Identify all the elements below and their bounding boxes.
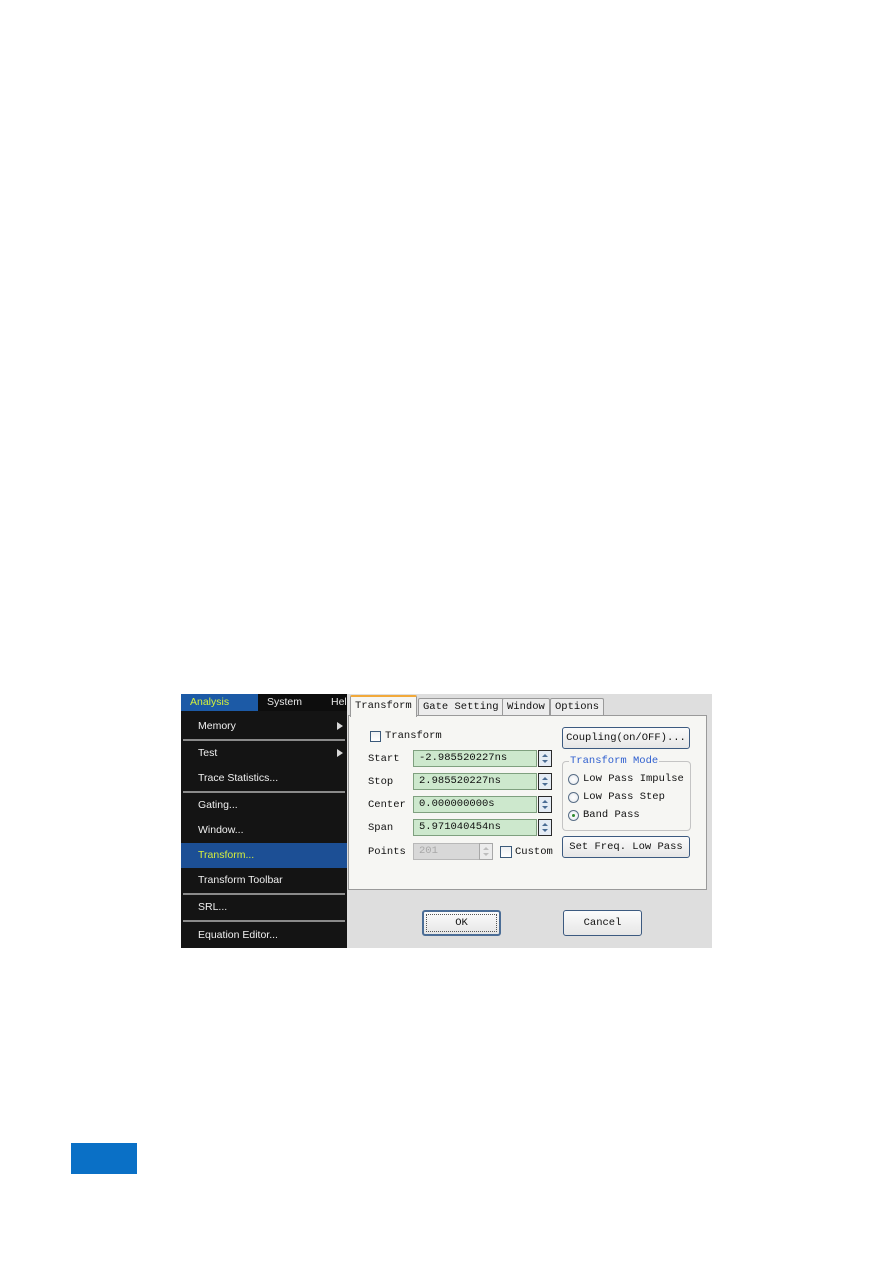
menu-item-gating[interactable]: Gating... <box>181 793 347 818</box>
page-number-badge <box>71 1143 137 1174</box>
menu-item-label: Transform Toolbar <box>198 874 283 886</box>
custom-checkbox[interactable] <box>500 846 512 858</box>
menu-item-label: Test <box>198 747 218 759</box>
low-pass-impulse-label: Low Pass Impulse <box>583 773 684 785</box>
menu-item-transform-toolbar[interactable]: Transform Toolbar <box>181 868 347 893</box>
tab-gate-setting[interactable]: Gate Setting <box>418 698 504 716</box>
radio-low-pass-impulse[interactable] <box>568 774 579 785</box>
menu-item-label: SRL... <box>198 901 228 913</box>
span-spinner[interactable] <box>538 819 552 836</box>
menu-item-transform[interactable]: Transform... <box>181 843 347 868</box>
center-label: Center <box>368 799 406 811</box>
transform-checkbox[interactable] <box>370 731 381 742</box>
menu-item-label: Memory <box>198 720 236 732</box>
center-input[interactable]: 0.000000000s <box>413 796 537 813</box>
menubar-analysis[interactable]: Analysis <box>181 694 258 711</box>
stop-label: Stop <box>368 776 394 788</box>
spin-up-icon <box>542 800 548 803</box>
spin-up-icon <box>542 823 548 826</box>
radio-band-pass[interactable] <box>568 810 579 821</box>
screenshot-figure: Analysis System Hel Memory Test Trace St… <box>181 694 712 948</box>
span-label: Span <box>368 822 394 834</box>
transform-checkbox-label: Transform <box>385 730 442 742</box>
submenu-arrow-icon <box>337 749 343 757</box>
menu-item-trace-statistics[interactable]: Trace Statistics... <box>181 766 347 791</box>
center-spinner[interactable] <box>538 796 552 813</box>
tab-transform[interactable]: Transform <box>350 695 417 717</box>
menu-separator <box>183 920 345 922</box>
tab-options[interactable]: Options <box>550 698 605 716</box>
radio-low-pass-step[interactable] <box>568 792 579 803</box>
span-input[interactable]: 5.971040454ns <box>413 819 537 836</box>
menu-item-label: Gating... <box>198 799 238 811</box>
menu-item-srl[interactable]: SRL... <box>181 895 347 920</box>
start-spinner[interactable] <box>538 750 552 767</box>
menu-bar: Analysis System Hel <box>181 694 347 711</box>
menu-item-test[interactable]: Test <box>181 741 347 766</box>
points-spinner <box>479 843 493 860</box>
cancel-button[interactable]: Cancel <box>563 910 642 936</box>
band-pass-label: Band Pass <box>583 809 640 821</box>
spin-up-icon <box>483 847 489 850</box>
transform-dialog: Transform Gate Setting Window Options Tr… <box>347 694 712 948</box>
tab-window[interactable]: Window <box>502 698 550 716</box>
transform-mode-group: Transform Mode Low Pass Impulse Low Pass… <box>562 755 691 831</box>
spin-down-icon <box>542 760 548 763</box>
low-pass-step-label: Low Pass Step <box>583 791 665 803</box>
menu-item-equation-editor[interactable]: Equation Editor... <box>181 923 347 948</box>
menubar-help[interactable]: Hel <box>331 694 347 711</box>
coupling-button[interactable]: Coupling(on/OFF)... <box>562 727 690 749</box>
menu-item-label: Trace Statistics... <box>198 772 279 784</box>
spin-down-icon <box>483 853 489 856</box>
start-label: Start <box>368 753 400 765</box>
spin-down-icon <box>542 783 548 786</box>
start-input[interactable]: -2.985520227ns <box>413 750 537 767</box>
spin-up-icon <box>542 754 548 757</box>
transform-mode-title: Transform Mode <box>569 755 660 767</box>
transform-tab-panel: Transform Start -2.985520227ns Stop 2.98… <box>348 715 707 890</box>
ok-button[interactable]: OK <box>422 910 501 936</box>
menu-item-memory[interactable]: Memory <box>181 714 347 739</box>
spin-down-icon <box>542 806 548 809</box>
points-label: Points <box>368 846 406 858</box>
analysis-menu: Analysis System Hel Memory Test Trace St… <box>181 694 347 948</box>
menu-item-label: Window... <box>198 824 244 836</box>
menu-item-label: Transform... <box>198 849 255 861</box>
stop-input[interactable]: 2.985520227ns <box>413 773 537 790</box>
set-freq-low-pass-button[interactable]: Set Freq. Low Pass <box>562 836 690 858</box>
menu-item-label: Equation Editor... <box>198 929 278 941</box>
focus-ring <box>426 914 497 932</box>
stop-spinner[interactable] <box>538 773 552 790</box>
custom-checkbox-label: Custom <box>515 846 553 858</box>
spin-up-icon <box>542 777 548 780</box>
menubar-system[interactable]: System <box>267 694 302 711</box>
spin-down-icon <box>542 829 548 832</box>
menu-item-window[interactable]: Window... <box>181 818 347 843</box>
points-input: 201 <box>413 843 481 860</box>
submenu-arrow-icon <box>337 722 343 730</box>
